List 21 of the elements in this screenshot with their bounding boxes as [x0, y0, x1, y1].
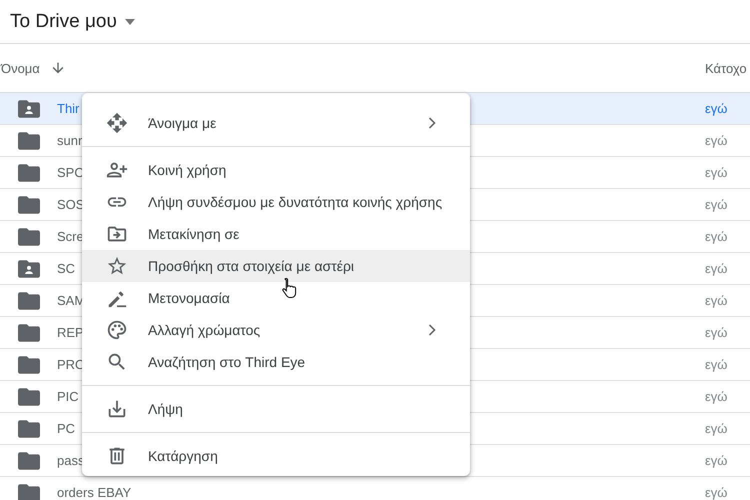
file-name: Scre [57, 229, 84, 244]
owner-cell-text: εγώ [705, 389, 728, 404]
owner-cell-text: εγώ [705, 197, 728, 212]
owner-cell-text: εγώ [705, 165, 728, 180]
file-name: SC [57, 261, 76, 276]
owner-cell-text: εγώ [705, 357, 728, 372]
owner-cell-text: εγώ [705, 293, 728, 308]
owner-cell-text: εγώ [705, 101, 728, 116]
file-name: Thir [57, 101, 80, 116]
owner-cell-text: εγώ [705, 485, 728, 500]
file-name: PC [57, 421, 76, 436]
file-name: REP [57, 325, 84, 340]
owner-cell-text: εγώ [705, 421, 728, 436]
file-name: sunr [57, 133, 82, 148]
owner-cell-text: εγώ [705, 325, 728, 340]
owner-cell-text: εγώ [705, 229, 728, 244]
file-name: orders EBAY [57, 485, 132, 500]
owner-cell-text: εγώ [705, 133, 728, 148]
owner-cell-text: εγώ [705, 261, 728, 276]
owner-cell-text: εγώ [705, 453, 728, 468]
file-name: PIC [57, 389, 79, 404]
